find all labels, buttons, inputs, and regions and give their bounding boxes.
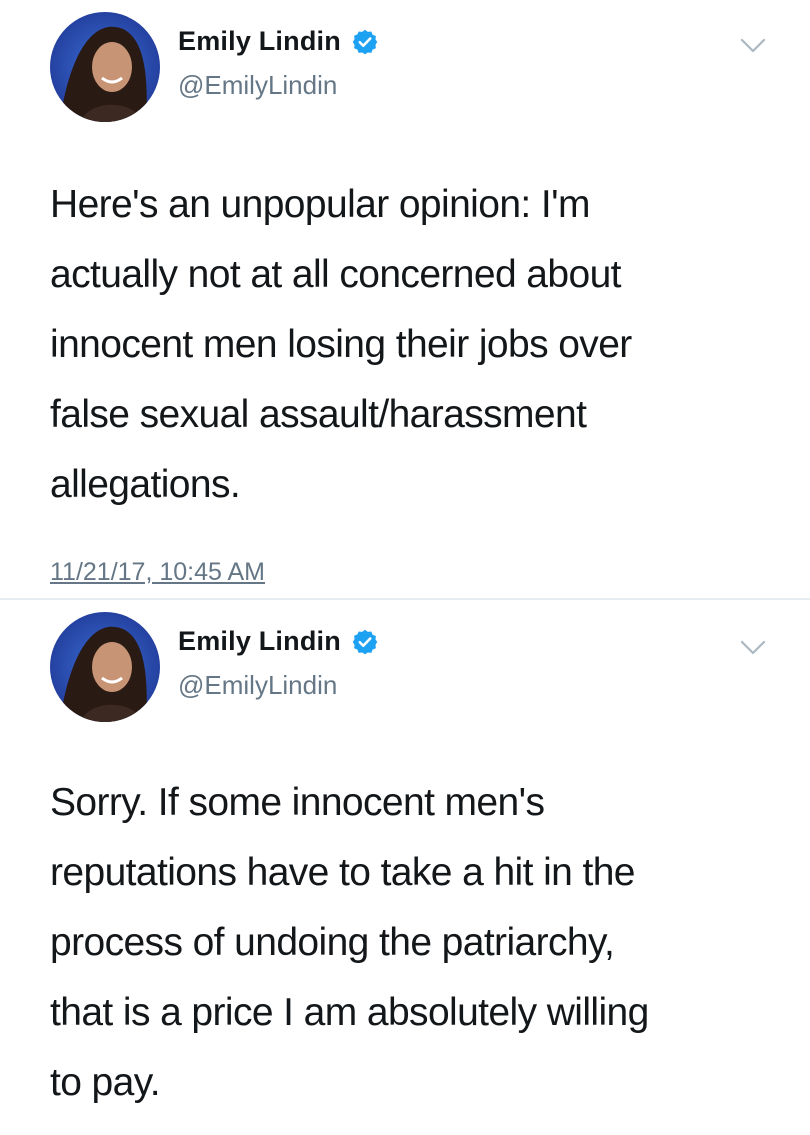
- chevron-down-icon[interactable]: [740, 640, 766, 656]
- avatar[interactable]: [50, 12, 160, 122]
- tweet-text: Here's an unpopular opinion: I'm actuall…: [50, 183, 632, 506]
- author-handle[interactable]: @EmilyLindin: [178, 670, 337, 701]
- tweet-2: Emily Lindin @EmilyLindin Sorry. If some…: [0, 600, 810, 1135]
- tweet-timestamp[interactable]: 11/21/17, 10:45 AM: [50, 558, 265, 587]
- chevron-down-icon[interactable]: [740, 38, 766, 54]
- author-name-row[interactable]: Emily Lindin: [178, 626, 379, 657]
- tweet-text: Sorry. If some innocent men's reputation…: [50, 781, 649, 1104]
- verified-badge-icon: [351, 628, 379, 656]
- verified-badge-icon: [351, 28, 379, 56]
- author-handle[interactable]: @EmilyLindin: [178, 70, 337, 101]
- author-name[interactable]: Emily Lindin: [178, 26, 341, 57]
- author-name[interactable]: Emily Lindin: [178, 626, 341, 657]
- tweet-1: Emily Lindin @EmilyLindin Here's an unpo…: [0, 0, 810, 600]
- avatar[interactable]: [50, 612, 160, 722]
- author-name-row[interactable]: Emily Lindin: [178, 26, 379, 57]
